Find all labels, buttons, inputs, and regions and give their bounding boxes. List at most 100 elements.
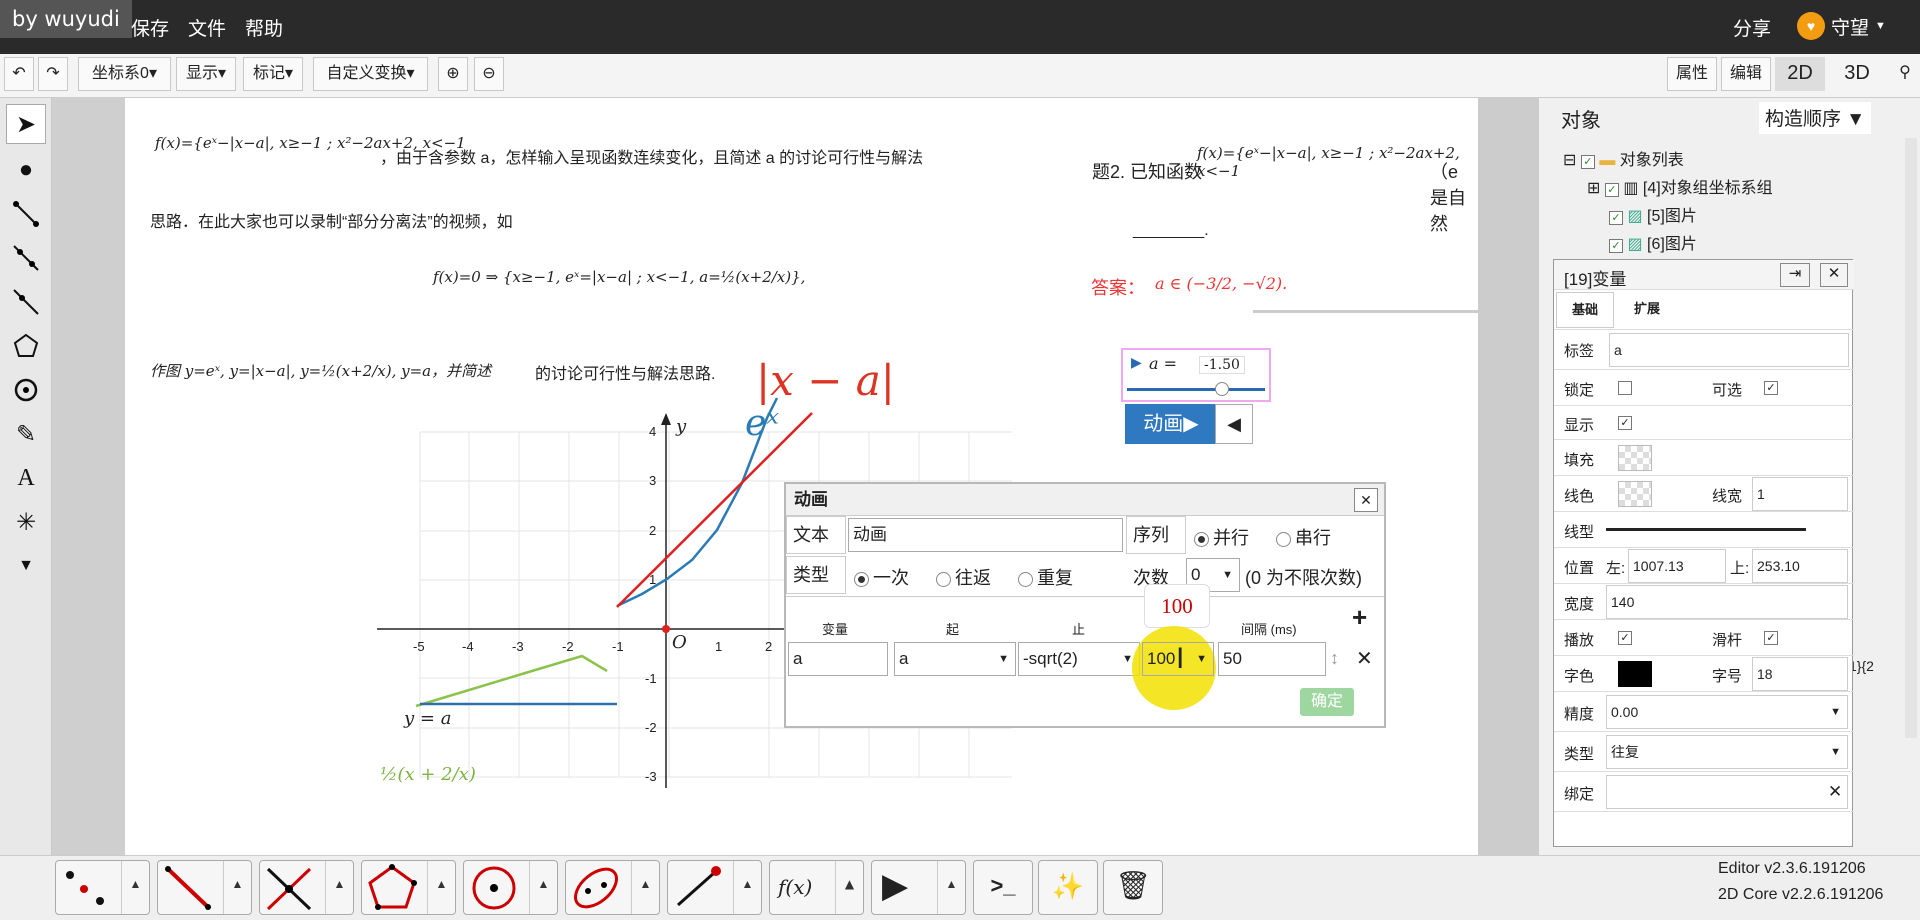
magic-wand-button[interactable]: ✨ — [1038, 860, 1098, 915]
line-color-swatch[interactable] — [1618, 481, 1652, 507]
checkbox-icon[interactable]: ✓ — [1609, 239, 1623, 253]
animation-back-button[interactable]: ◀ — [1215, 404, 1253, 444]
edit-button[interactable]: 编辑 — [1721, 57, 1771, 91]
segment-tool-icon[interactable] — [6, 194, 46, 234]
vector-group-button[interactable]: ▲ — [667, 860, 762, 915]
point-group-button[interactable]: ▲ — [55, 860, 150, 915]
play-checkbox[interactable]: ✓ — [1618, 631, 1632, 645]
seq-parallel-option[interactable]: 并行 — [1194, 524, 1249, 550]
tree-root[interactable]: ⊟ ✓ ▬ 对象列表 — [1563, 146, 1684, 170]
show-checkbox[interactable]: ✓ — [1618, 416, 1632, 430]
display-dropdown[interactable]: 显示▾ — [176, 57, 236, 91]
point-tool-icon[interactable]: ● — [6, 150, 46, 190]
segment-group-button[interactable]: ▲ — [157, 860, 252, 915]
slider-handle[interactable] — [1215, 382, 1229, 396]
user-menu[interactable]: ♥ 守望 ▼ — [1797, 12, 1886, 40]
menu-save[interactable]: 保存 — [131, 14, 169, 41]
circle-group-button[interactable]: ▲ — [463, 860, 558, 915]
ray-tool-icon[interactable] — [6, 238, 46, 278]
pen-tool-icon[interactable]: ✎ — [6, 414, 46, 454]
collapse-icon[interactable]: ⊟ — [1563, 152, 1576, 169]
menu-help[interactable]: 帮助 — [245, 14, 283, 41]
pos-top-input[interactable]: 253.10 — [1752, 549, 1848, 583]
tree-item-4[interactable]: ⊞ ✓ ▥ [4]对象组坐标系组 — [1587, 174, 1773, 198]
label-input[interactable]: a — [1609, 333, 1849, 367]
close-icon[interactable]: ✕ — [1820, 263, 1848, 287]
type-back-option[interactable]: 往返 — [936, 564, 991, 590]
intersect-group-button[interactable]: ▲ — [259, 860, 354, 915]
drawing-canvas[interactable]: f(x)={eˣ−|x−a|, x≥−1 ; x²−2ax+2, x<−1 ，由… — [52, 98, 1478, 855]
resize-icon[interactable]: ↕ — [1330, 648, 1339, 669]
tab-construct-order[interactable]: 构造顺序 ▼ — [1759, 102, 1872, 134]
chevron-up-icon[interactable]: ▲ — [325, 861, 353, 914]
slider-checkbox[interactable]: ✓ — [1764, 631, 1778, 645]
chevron-up-icon[interactable]: ▲ — [937, 861, 965, 914]
animation-button[interactable]: 动画▶ — [1125, 404, 1217, 444]
fill-color-swatch[interactable] — [1618, 445, 1652, 471]
line-tool-icon[interactable] — [6, 282, 46, 322]
mark-dropdown[interactable]: 标记▾ — [243, 57, 303, 91]
polygon-group-button[interactable]: ▲ — [361, 860, 456, 915]
magic-tool-icon[interactable]: ✳ — [6, 502, 46, 542]
tab-objects[interactable]: 对象 — [1561, 104, 1601, 133]
play-icon[interactable]: ▶ — [1131, 354, 1142, 371]
slider-track[interactable] — [1127, 388, 1265, 391]
view-2d-button[interactable]: 2D — [1775, 57, 1825, 91]
share-button[interactable]: 分享 — [1733, 14, 1771, 41]
view-3d-button[interactable]: 3D — [1832, 57, 1882, 91]
polygon-tool-icon[interactable] — [6, 326, 46, 366]
animation-play-button[interactable]: ▶ ▲ — [871, 860, 966, 915]
add-row-icon[interactable]: + — [1352, 602, 1367, 633]
linetype-sample[interactable] — [1606, 528, 1806, 531]
text-tool-icon[interactable]: A — [6, 458, 46, 498]
ellipse-group-button[interactable]: ▲ — [565, 860, 660, 915]
function-button[interactable]: f(x) ▲ — [769, 860, 864, 915]
custom-transform-dropdown[interactable]: 自定义变换▾ — [313, 57, 428, 91]
chevron-up-icon[interactable]: ▲ — [835, 861, 863, 914]
tree-item-5[interactable]: ✓ ▨ [5]图片 — [1609, 202, 1697, 226]
tab-basic[interactable]: 基础 — [1556, 292, 1614, 328]
row-name-input[interactable]: a — [788, 642, 888, 676]
checkbox-icon[interactable]: ✓ — [1580, 155, 1595, 169]
seq-serial-option[interactable]: 串行 — [1276, 524, 1331, 550]
panel-scrollbar[interactable] — [1905, 138, 1917, 738]
chevron-up-icon[interactable]: ▲ — [733, 861, 761, 914]
clear-icon[interactable]: ✕ — [1828, 782, 1842, 802]
variable-slider[interactable]: ▶ a = -1.50 — [1121, 348, 1271, 402]
bind-input[interactable] — [1606, 775, 1848, 809]
select-tool-icon[interactable]: ➤ — [6, 104, 46, 144]
terminal-button[interactable]: >_ — [973, 860, 1033, 915]
fontsize-input[interactable]: 18 — [1752, 657, 1848, 691]
chevron-up-icon[interactable]: ▲ — [529, 861, 557, 914]
zoom-out-button[interactable]: ⊖ — [474, 57, 504, 91]
zoom-in-button[interactable]: ⊕ — [438, 57, 468, 91]
selectable-checkbox[interactable]: ✓ — [1764, 381, 1778, 395]
type-once-option[interactable]: 一次 — [854, 564, 909, 590]
lock-checkbox[interactable] — [1618, 381, 1632, 395]
close-icon[interactable]: ✕ — [1354, 488, 1378, 512]
coord-system-dropdown[interactable]: 坐标系0▾ — [78, 57, 171, 91]
linewidth-input[interactable]: 1 — [1752, 477, 1848, 511]
tree-item-6[interactable]: ✓ ▨ [6]图片 — [1609, 230, 1697, 254]
precision-select[interactable]: 0.00 — [1606, 695, 1848, 729]
type-select[interactable]: 往复 — [1606, 735, 1848, 769]
row-interval-input[interactable]: 50 — [1218, 642, 1326, 676]
chevron-up-icon[interactable]: ▲ — [121, 861, 149, 914]
undo-button[interactable]: ↶ — [4, 57, 34, 91]
chevron-up-icon[interactable]: ▲ — [427, 861, 455, 914]
font-color-swatch[interactable] — [1618, 661, 1652, 687]
ok-button[interactable]: 确定 — [1300, 688, 1354, 716]
pin-icon[interactable]: ⚲ — [1893, 57, 1917, 91]
attributes-button[interactable]: 属性 — [1667, 57, 1717, 91]
chevron-up-icon[interactable]: ▲ — [631, 861, 659, 914]
width-input[interactable]: 140 — [1606, 585, 1848, 619]
circle-tool-icon[interactable] — [6, 370, 46, 410]
dock-icon[interactable]: ⇥ — [1780, 263, 1810, 287]
type-repeat-option[interactable]: 重复 — [1018, 564, 1073, 590]
pos-left-input[interactable]: 1007.13 — [1628, 549, 1726, 583]
delete-row-icon[interactable]: ✕ — [1356, 646, 1373, 671]
row-end-select[interactable]: -sqrt(2) — [1018, 642, 1140, 676]
function-plot[interactable] — [52, 98, 1478, 855]
text-input[interactable]: 动画 — [848, 518, 1123, 552]
expand-icon[interactable]: ⊞ — [1587, 180, 1600, 197]
